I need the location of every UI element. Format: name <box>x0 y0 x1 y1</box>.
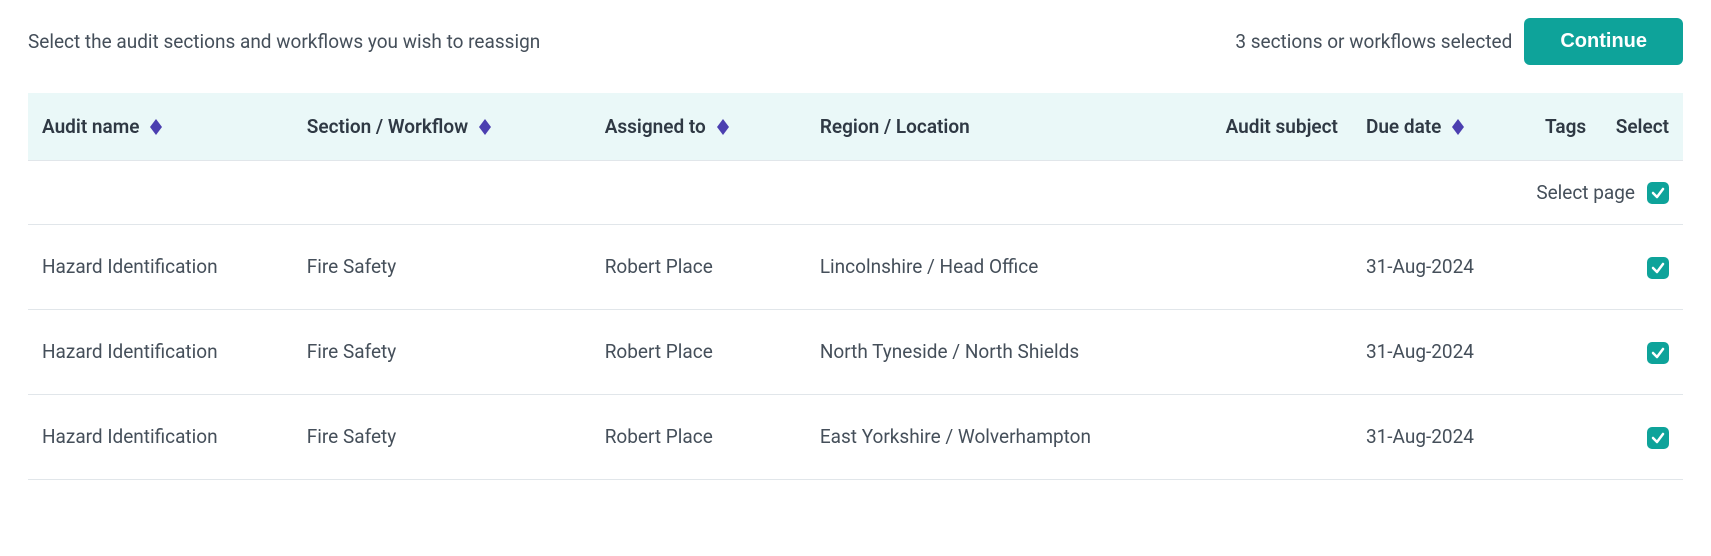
cell-section-workflow: Fire Safety <box>293 394 591 479</box>
col-label: Select <box>1616 115 1669 138</box>
sort-icon <box>478 119 492 135</box>
selection-status: 3 sections or workflows selected <box>1235 30 1512 53</box>
col-header-region-location: Region / Location <box>806 93 1203 161</box>
col-label: Audit name <box>42 115 139 138</box>
col-header-assigned-to[interactable]: Assigned to <box>591 93 806 161</box>
col-label: Tags <box>1545 115 1586 138</box>
col-header-select: Select <box>1600 93 1683 161</box>
sort-icon <box>1451 119 1465 135</box>
cell-tags <box>1517 225 1600 310</box>
cell-tags <box>1517 309 1600 394</box>
select-page-row: Select page <box>28 161 1683 225</box>
cell-assigned-to: Robert Place <box>591 225 806 310</box>
table-row: Hazard Identification Fire Safety Robert… <box>28 394 1683 479</box>
col-label: Region / Location <box>820 115 970 138</box>
table-header-row: Audit name Section / Workflow <box>28 93 1683 161</box>
col-header-audit-subject: Audit subject <box>1203 93 1352 161</box>
col-label: Audit subject <box>1226 115 1338 138</box>
col-header-section-workflow[interactable]: Section / Workflow <box>293 93 591 161</box>
select-page-label: Select page <box>1536 181 1635 204</box>
col-header-tags: Tags <box>1517 93 1600 161</box>
cell-assigned-to: Robert Place <box>591 394 806 479</box>
header-bar: Select the audit sections and workflows … <box>28 18 1683 65</box>
col-header-due-date[interactable]: Due date <box>1352 93 1518 161</box>
cell-region-location: Lincolnshire / Head Office <box>806 225 1203 310</box>
header-right: 3 sections or workflows selected Continu… <box>1235 18 1683 65</box>
row-checkbox[interactable] <box>1647 342 1669 364</box>
col-header-audit-name[interactable]: Audit name <box>28 93 293 161</box>
table-row: Hazard Identification Fire Safety Robert… <box>28 309 1683 394</box>
cell-select <box>1600 225 1683 310</box>
cell-audit-name: Hazard Identification <box>28 225 293 310</box>
col-label: Section / Workflow <box>307 115 468 138</box>
cell-section-workflow: Fire Safety <box>293 309 591 394</box>
cell-select <box>1600 394 1683 479</box>
cell-due-date: 31-Aug-2024 <box>1352 394 1518 479</box>
sort-icon <box>716 119 730 135</box>
cell-audit-name: Hazard Identification <box>28 309 293 394</box>
cell-audit-subject <box>1203 309 1352 394</box>
row-checkbox[interactable] <box>1647 427 1669 449</box>
cell-audit-subject <box>1203 394 1352 479</box>
cell-assigned-to: Robert Place <box>591 309 806 394</box>
row-checkbox[interactable] <box>1647 257 1669 279</box>
cell-due-date: 31-Aug-2024 <box>1352 309 1518 394</box>
table-row: Hazard Identification Fire Safety Robert… <box>28 225 1683 310</box>
cell-section-workflow: Fire Safety <box>293 225 591 310</box>
cell-select <box>1600 309 1683 394</box>
sort-icon <box>149 119 163 135</box>
cell-due-date: 31-Aug-2024 <box>1352 225 1518 310</box>
select-page-checkbox[interactable] <box>1647 182 1669 204</box>
cell-region-location: East Yorkshire / Wolverhampton <box>806 394 1203 479</box>
cell-audit-subject <box>1203 225 1352 310</box>
col-label: Assigned to <box>605 115 706 138</box>
cell-region-location: North Tyneside / North Shields <box>806 309 1203 394</box>
audit-table: Audit name Section / Workflow <box>28 93 1683 480</box>
cell-audit-name: Hazard Identification <box>28 394 293 479</box>
page-prompt: Select the audit sections and workflows … <box>28 30 540 53</box>
cell-tags <box>1517 394 1600 479</box>
col-label: Due date <box>1366 115 1441 138</box>
continue-button[interactable]: Continue <box>1524 18 1683 65</box>
